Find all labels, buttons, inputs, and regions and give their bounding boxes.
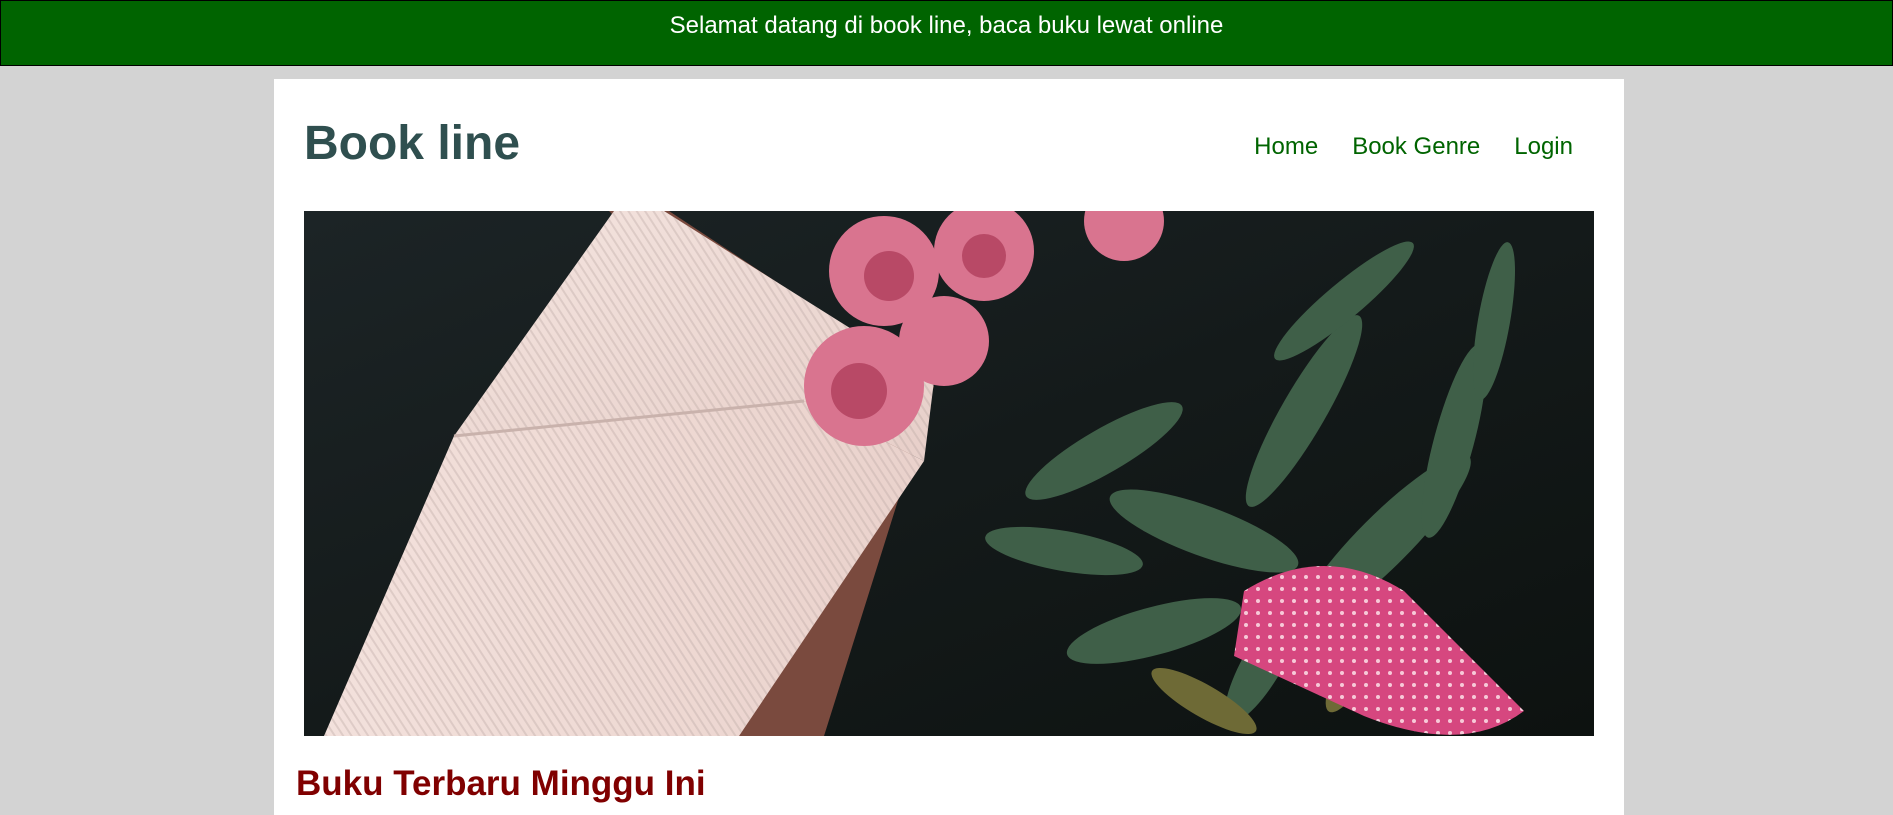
nav-link-book-genre[interactable]: Book Genre: [1352, 133, 1480, 162]
nav-link-home[interactable]: Home: [1254, 133, 1318, 162]
main-nav: Home Book Genre Login: [1254, 133, 1573, 162]
page-container: Book line Home Book Genre Login Buku Ter…: [274, 79, 1624, 815]
welcome-banner-text: Selamat datang di book line, baca buku l…: [669, 12, 1224, 39]
nav-link-login[interactable]: Login: [1514, 133, 1573, 162]
section-title-newest-books: Buku Terbaru Minggu Ini: [296, 764, 706, 803]
site-logo-text[interactable]: Book line: [304, 115, 520, 173]
welcome-banner: Selamat datang di book line, baca buku l…: [0, 0, 1893, 66]
hero-image: [304, 211, 1594, 736]
